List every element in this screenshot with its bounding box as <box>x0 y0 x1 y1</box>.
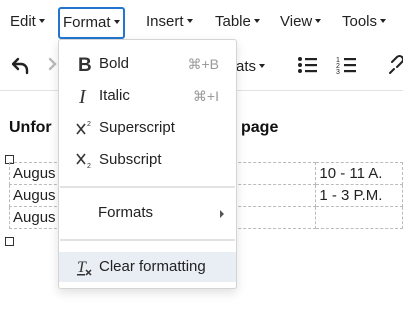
superscript-icon: 2 <box>76 119 94 137</box>
formats-dropdown-label: ats <box>236 58 257 75</box>
undo-icon[interactable] <box>10 54 30 80</box>
formats-dropdown[interactable]: ats <box>236 58 266 75</box>
caret-down-icon <box>315 19 322 24</box>
caret-down-icon <box>380 19 387 24</box>
menu-item-label: Italic <box>99 87 130 104</box>
table-cell[interactable]: 10 - 11 A. <box>315 162 403 185</box>
menu-item-superscript[interactable]: 2 Superscript <box>59 113 236 143</box>
menu-view[interactable]: View <box>280 6 322 38</box>
menu-item-shortcut: ⌘+B <box>187 56 219 72</box>
menu-view-label: View <box>280 13 313 30</box>
svg-text:2: 2 <box>87 163 91 169</box>
menu-item-label: Clear formatting <box>99 258 206 275</box>
menu-table[interactable]: Table <box>215 6 260 38</box>
bold-icon: B <box>76 55 94 76</box>
table-cell[interactable] <box>315 206 403 229</box>
caret-down-icon <box>259 64 266 69</box>
clear-formatting-icon: T <box>76 258 94 276</box>
menu-tools[interactable]: Tools <box>342 6 387 38</box>
menu-insert-label: Insert <box>146 13 184 30</box>
italic-icon: I <box>76 86 94 108</box>
bullet-list-icon[interactable] <box>297 54 319 80</box>
table-cell[interactable]: 1 - 3 P.M. <box>315 184 403 207</box>
menu-edit-label: Edit <box>10 13 36 30</box>
chevron-right-icon <box>220 210 224 218</box>
menu-item-subscript[interactable]: 2 Subscript <box>59 145 236 175</box>
menu-item-bold[interactable]: B Bold ⌘+B <box>59 49 236 79</box>
menu-tools-label: Tools <box>342 13 378 30</box>
menu-item-label: Formats <box>98 204 154 221</box>
svg-text:T: T <box>77 259 87 276</box>
caret-down-icon <box>253 19 260 24</box>
caret-down-icon <box>186 19 193 24</box>
menu-separator <box>60 186 235 188</box>
menu-edit[interactable]: Edit <box>10 6 45 38</box>
menu-table-label: Table <box>215 13 251 30</box>
menu-item-formats[interactable]: Formats <box>59 198 236 228</box>
resize-handle-bottom-left[interactable] <box>5 237 14 246</box>
svg-text:I: I <box>78 87 87 105</box>
menu-item-italic[interactable]: I Italic ⌘+I <box>59 81 236 111</box>
menu-insert[interactable]: Insert <box>146 6 193 38</box>
format-menu-dropdown: B Bold ⌘+B I Italic ⌘+I 2 Superscript 2 … <box>58 39 237 289</box>
heading-text-end: page <box>241 119 279 136</box>
svg-text:3: 3 <box>336 69 340 76</box>
caret-down-icon <box>113 20 120 25</box>
link-icon[interactable] <box>388 54 403 80</box>
numbered-list-icon[interactable]: 123 <box>336 54 358 80</box>
menu-item-label: Superscript <box>99 119 175 136</box>
menubar: Edit Format Insert Table View Tools <box>0 0 403 44</box>
menu-item-clear-formatting[interactable]: T Clear formatting <box>59 252 236 282</box>
caret-down-icon <box>38 19 45 24</box>
menu-item-shortcut: ⌘+I <box>192 88 219 104</box>
heading-text-start: Unfor <box>9 119 52 136</box>
menu-item-label: Bold <box>99 55 130 72</box>
menu-format[interactable]: Format <box>58 7 125 39</box>
menu-format-label: Format <box>63 14 111 31</box>
menu-item-label: Subscript <box>99 151 162 168</box>
subscript-icon: 2 <box>76 151 94 170</box>
svg-text:2: 2 <box>87 121 91 128</box>
svg-text:B: B <box>78 55 92 73</box>
menu-separator <box>60 239 235 241</box>
